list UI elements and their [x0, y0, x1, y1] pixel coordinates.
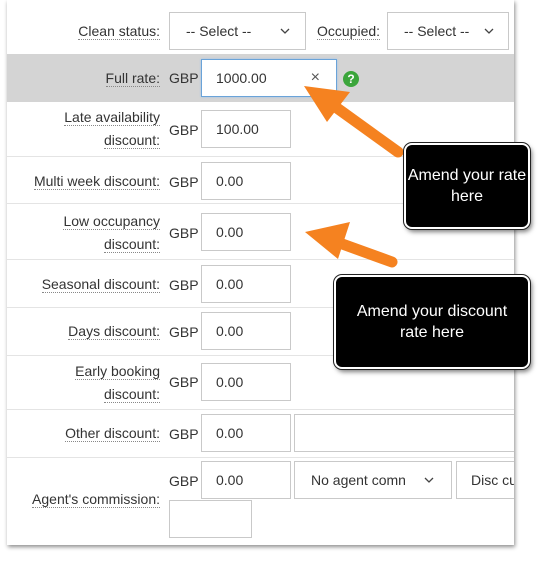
- row-agent-commission: Agent's commission: GBP 0.00 No agent co…: [7, 457, 514, 545]
- chevron-down-icon: [280, 28, 290, 34]
- clean-status-label: Clean status:: [78, 23, 160, 40]
- currency-label: GBP: [169, 70, 199, 86]
- occupied-value: -- Select --: [404, 23, 470, 39]
- rates-form: Clean status: -- Select -- Occupied: -- …: [7, 0, 514, 545]
- agent-commission-input[interactable]: 0.00: [201, 461, 291, 499]
- occupied-select[interactable]: -- Select --: [387, 12, 509, 50]
- clear-icon[interactable]: ×: [311, 60, 320, 96]
- callout-amend-discount: Amend your discount rate here: [334, 275, 530, 369]
- early-booking-input[interactable]: 0.00: [201, 363, 291, 401]
- callout-amend-rate: Amend your rate here: [404, 143, 530, 229]
- agent-commission-select[interactable]: No agent comn: [294, 461, 452, 499]
- other-label: Other discount:: [65, 425, 160, 442]
- currency-label: GBP: [169, 225, 199, 241]
- agent-extra-input[interactable]: [169, 500, 252, 538]
- occupied-label: Occupied:: [317, 23, 381, 40]
- low-occupancy-input[interactable]: 0.00: [201, 213, 291, 251]
- other-text-input[interactable]: [294, 414, 514, 452]
- row-other: Other discount: GBP 0.00: [7, 409, 514, 458]
- multi-week-label: Multi week discount:: [33, 173, 160, 190]
- currency-label: GBP: [169, 174, 199, 190]
- multi-week-input[interactable]: 0.00: [201, 162, 291, 200]
- seasonal-input[interactable]: 0.00: [201, 265, 291, 303]
- full-rate-label: Full rate:: [105, 70, 160, 87]
- agent-commission-label: Agent's commission:: [32, 491, 160, 508]
- clean-status-select[interactable]: -- Select --: [169, 12, 306, 50]
- currency-label: GBP: [169, 426, 199, 442]
- currency-label: GBP: [169, 473, 199, 489]
- low-occupancy-label: Low occupancy discount:: [63, 213, 160, 253]
- row-full-rate: Full rate: GBP 1000.00 × ?: [7, 54, 514, 102]
- late-availability-label: Late availability discount:: [64, 109, 160, 149]
- row-clean-status: Clean status: -- Select -- Occupied: -- …: [7, 0, 514, 55]
- clean-status-value: -- Select --: [186, 23, 252, 39]
- chevron-down-icon: [424, 477, 434, 483]
- currency-label: GBP: [169, 277, 199, 293]
- disc-select[interactable]: Disc cu: [456, 461, 514, 499]
- agent-commission-value: No agent comn: [311, 472, 406, 488]
- currency-label: GBP: [169, 324, 199, 340]
- days-input[interactable]: 0.00: [201, 312, 291, 350]
- currency-label: GBP: [169, 374, 199, 390]
- help-icon[interactable]: ?: [343, 71, 359, 87]
- full-rate-value: 1000.00: [216, 70, 267, 86]
- full-rate-input[interactable]: 1000.00 ×: [201, 59, 337, 97]
- currency-label: GBP: [169, 122, 199, 138]
- disc-select-value: Disc cu: [471, 472, 514, 488]
- early-booking-label: Early booking discount:: [75, 363, 160, 403]
- days-label: Days discount:: [68, 323, 160, 340]
- late-availability-input[interactable]: 100.00: [201, 110, 291, 148]
- other-input[interactable]: 0.00: [201, 414, 291, 452]
- seasonal-label: Seasonal discount:: [41, 276, 160, 293]
- chevron-down-icon: [484, 28, 494, 34]
